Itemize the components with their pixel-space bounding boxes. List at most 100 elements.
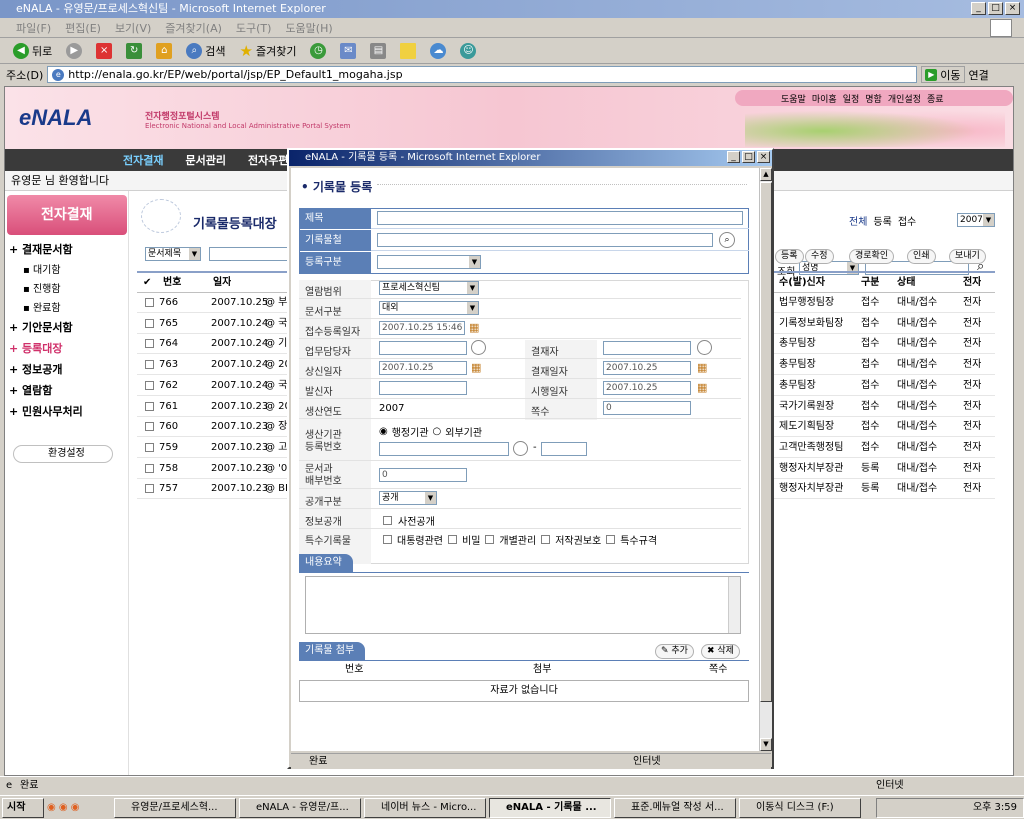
row-checkbox[interactable] [145, 463, 154, 473]
col-electronic[interactable]: 전자 [963, 273, 981, 293]
stop-button[interactable]: × [93, 40, 115, 62]
route-action-button[interactable]: 경로확인 [849, 249, 895, 264]
task-item[interactable]: 표준.메뉴얼 작성 서... [614, 797, 736, 818]
org-chart-icon[interactable] [513, 441, 528, 456]
send-action-button[interactable]: 보내기 [949, 249, 986, 264]
nav-approval[interactable]: 전자결재 [123, 152, 163, 168]
messenger-button[interactable]: ☁ [427, 40, 449, 62]
checkbox-copyright[interactable] [541, 535, 551, 544]
sidebar-item-reading[interactable]: + 열람함 [9, 382, 52, 398]
nav-mail[interactable]: 전자우편 [248, 152, 288, 168]
search-button[interactable]: ⌕ 검색 [183, 40, 228, 62]
menu-help[interactable]: 도움말(H) [285, 20, 332, 36]
scroll-down-icon[interactable]: ▼ [760, 738, 772, 751]
cell-title[interactable]: @ 부 [265, 293, 287, 313]
public-type-select[interactable]: 공개 [379, 491, 437, 505]
org-chart-icon[interactable] [697, 340, 712, 355]
col-sender[interactable]: 수(발)신자 [779, 273, 825, 293]
row-checkbox[interactable] [145, 318, 154, 328]
menu-file[interactable]: 파일(F) [16, 20, 51, 36]
tab-receive[interactable]: 접수 [898, 213, 916, 228]
calendar-icon[interactable]: ▦ [471, 361, 481, 374]
link-help[interactable]: 도움말 [781, 92, 806, 105]
checkbox[interactable] [383, 516, 392, 525]
register-action-button[interactable]: 등록 [775, 249, 804, 264]
link-logout[interactable]: 종료 [927, 92, 944, 105]
users-button[interactable]: ☺ [457, 40, 479, 62]
sidebar-item-draft-box[interactable]: + 기안문서함 [9, 319, 73, 335]
task-item[interactable]: 유영문/프로세스혁... [114, 797, 236, 818]
sidebar-item-civil[interactable]: + 민원사무처리 [9, 403, 83, 419]
handler-input[interactable] [379, 341, 467, 355]
forward-button[interactable]: ▶ [63, 40, 85, 62]
task-item[interactable]: eNALA - 유영문/프... [239, 797, 361, 818]
year-select[interactable]: 2007 [957, 213, 995, 227]
pre-public-checkbox[interactable]: 사전공개 [383, 513, 435, 528]
refresh-button[interactable]: ↻ [123, 40, 145, 62]
menu-favorites[interactable]: 즐겨찾기(A) [165, 20, 222, 36]
sender-input[interactable] [379, 381, 467, 395]
row-checkbox[interactable] [145, 401, 154, 411]
home-button[interactable]: ⌂ [153, 40, 175, 62]
summary-tab[interactable]: 내용요약 [299, 554, 353, 572]
row-checkbox[interactable] [145, 298, 154, 307]
cell-title[interactable]: @ 기 [265, 334, 287, 354]
quick-launch-icons[interactable]: ◉ ◉ ◉ [47, 802, 111, 813]
link-settings[interactable]: 개인설정 [888, 92, 921, 105]
folder-input[interactable] [377, 233, 713, 247]
doc-type-select[interactable]: 대외 [379, 301, 479, 315]
col-kind[interactable]: 구분 [861, 273, 879, 293]
recv-date-input[interactable]: 2007.10.25 15:46 [379, 321, 465, 335]
col-date[interactable]: 일자 [213, 273, 231, 293]
links-label[interactable]: 연결 [969, 67, 989, 83]
task-item[interactable]: 이동식 디스크 (F:) [739, 797, 861, 818]
attach-delete-button[interactable]: ✖ 삭제 [701, 644, 740, 659]
cell-title[interactable]: @ 장 [265, 417, 287, 437]
go-button[interactable]: ▶ 이동 [921, 66, 965, 83]
address-input[interactable]: e http://enala.go.kr/EP/web/portal/jsp/E… [47, 66, 918, 83]
link-schedule[interactable]: 일정 [843, 92, 860, 105]
calendar-icon[interactable]: ▦ [469, 321, 479, 334]
org-reg-no-input[interactable] [379, 442, 509, 456]
approve-date-input[interactable]: 2007.10.25 [603, 361, 691, 375]
scroll-thumb[interactable] [760, 182, 772, 702]
popup-scrollbar[interactable]: ▲ ▼ [759, 168, 772, 751]
row-checkbox[interactable] [145, 422, 154, 432]
clock[interactable]: 오후 3:59 [973, 802, 1017, 813]
attach-tab[interactable]: 기록물 첨부 [299, 642, 365, 660]
checkbox-president[interactable] [383, 535, 392, 544]
cell-title[interactable]: @ 고 [265, 438, 287, 458]
calendar-icon[interactable]: ▦ [697, 361, 707, 374]
sidebar-item-complete[interactable]: ▪ 완료함 [23, 299, 61, 314]
task-item-active[interactable]: eNALA - 기록물 ... [489, 797, 611, 818]
checkbox-secret[interactable] [448, 535, 457, 544]
approver-input[interactable] [603, 341, 691, 355]
history-button[interactable]: ◷ [307, 40, 329, 62]
org-chart-icon[interactable] [471, 340, 486, 355]
row-checkbox[interactable] [145, 380, 154, 390]
effective-date-input[interactable]: 2007.10.25 [603, 381, 691, 395]
org-reg-no-suffix-input[interactable] [541, 442, 587, 456]
radio-admin-org[interactable]: ◉ [379, 426, 388, 437]
popup-maximize-button[interactable]: □ [742, 151, 755, 163]
sidebar-item-approval-box[interactable]: + 결재문서함 [9, 241, 73, 257]
popup-minimize-button[interactable]: _ [727, 151, 740, 163]
edit-action-button[interactable]: 수정 [805, 249, 834, 264]
summary-textarea[interactable] [305, 576, 741, 634]
tab-register[interactable]: 등록 [873, 213, 891, 228]
cell-title[interactable]: @ 국 [265, 314, 287, 334]
mail-button[interactable]: ✉ [337, 40, 359, 62]
dist-no-input[interactable]: 0 [379, 468, 467, 482]
link-myhome[interactable]: 마이홈 [812, 92, 837, 105]
reg-type-select[interactable] [377, 255, 481, 269]
print-action-button[interactable]: 인쇄 [907, 249, 936, 264]
cell-title[interactable]: @ 국 [265, 376, 287, 396]
enala-logo[interactable]: eNALA [19, 105, 92, 131]
task-item[interactable]: 네이버 뉴스 - Micro... [364, 797, 486, 818]
print-button[interactable]: ▤ [367, 40, 389, 62]
sidebar-item-waiting[interactable]: ▪ 대기함 [23, 261, 61, 276]
back-button[interactable]: ◀ 뒤로 [10, 40, 55, 62]
sidebar-item-register[interactable]: + 등록대장 [9, 340, 63, 356]
menu-edit[interactable]: 편집(E) [65, 20, 101, 36]
tab-all[interactable]: 전체 [849, 213, 867, 228]
